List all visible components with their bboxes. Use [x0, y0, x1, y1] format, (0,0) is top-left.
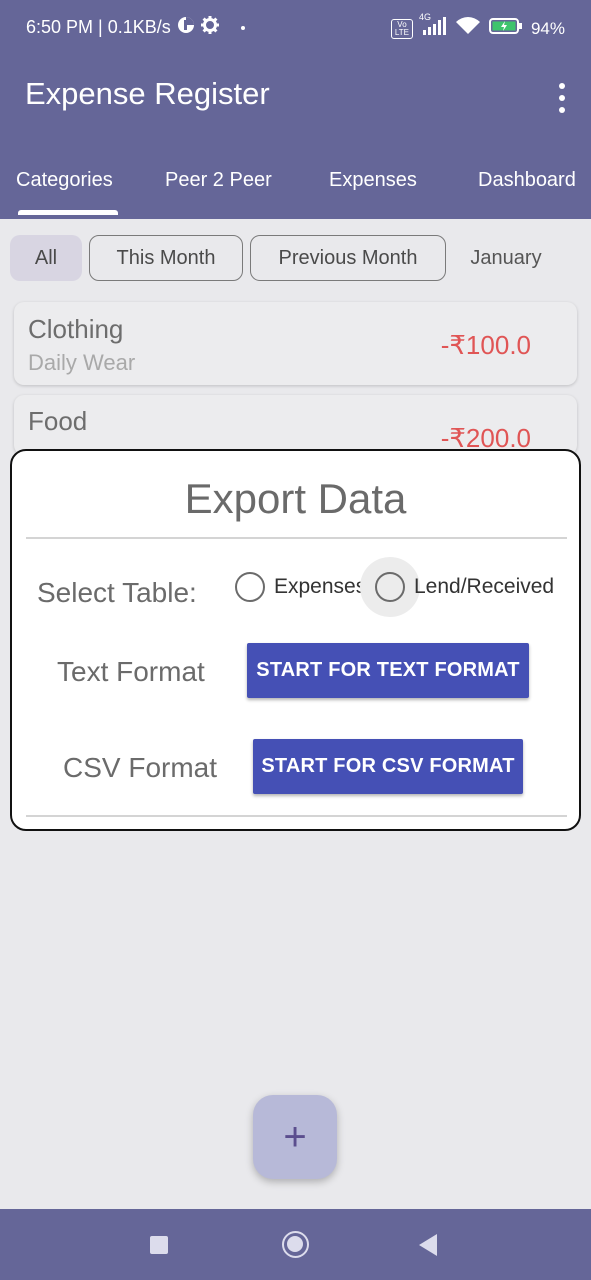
filter-chip-previous-month[interactable]: Previous Month: [250, 235, 446, 281]
volte-icon: Vo LTE: [390, 18, 413, 39]
app-title: Expense Register: [25, 76, 270, 111]
notification-dot-icon: [240, 25, 245, 30]
dialog-divider: [26, 537, 567, 539]
tab-indicator: [18, 210, 118, 215]
radio-expenses-label: Expenses: [274, 575, 367, 598]
signal-icon: 4G: [419, 12, 447, 41]
start-csv-format-button[interactable]: START FOR CSV FORMAT: [253, 739, 523, 794]
radio-expenses[interactable]: Expenses: [235, 572, 366, 602]
tab-bar: Categories Peer 2 Peer Expenses Dashboar…: [0, 147, 591, 219]
text-format-label: Text Format: [57, 656, 205, 687]
recents-icon[interactable]: [150, 1236, 168, 1254]
app-bar: Expense Register: [0, 55, 591, 147]
category-title: Clothing: [28, 314, 124, 344]
filter-chip-january[interactable]: January: [456, 235, 556, 281]
settings-icon: [200, 16, 219, 39]
tab-peer-2-peer[interactable]: Peer 2 Peer: [165, 169, 272, 192]
filter-chip-all[interactable]: All: [10, 235, 82, 281]
add-button[interactable]: +: [253, 1095, 337, 1179]
category-card[interactable]: Food -₹200.0: [14, 395, 577, 455]
battery-level: 94%: [530, 18, 565, 38]
tab-categories[interactable]: Categories: [16, 169, 113, 192]
tab-dashboard[interactable]: Dashboard: [478, 169, 576, 192]
home-icon[interactable]: [282, 1231, 309, 1258]
wifi-icon: [455, 16, 481, 41]
category-subtitle: Daily Wear: [28, 350, 136, 375]
status-time: 6:50 PM | 0.1KB/s: [26, 17, 171, 37]
csv-format-label: CSV Format: [63, 752, 218, 783]
dialog-divider: [26, 815, 567, 817]
status-bar: 6:50 PM | 0.1KB/s Vo LTE 4G 94%: [0, 0, 591, 55]
more-vert-icon[interactable]: [555, 83, 569, 113]
category-title: Food: [28, 406, 88, 436]
status-right: Vo LTE 4G 94%: [390, 12, 565, 41]
category-card[interactable]: Clothing Daily Wear -₹100.0: [14, 302, 577, 385]
dialog-title: Export Data: [184, 475, 407, 522]
filter-chip-this-month[interactable]: This Month: [89, 235, 243, 281]
system-nav-bar: [0, 1209, 591, 1280]
back-icon[interactable]: [419, 1234, 437, 1256]
radio-button[interactable]: [375, 572, 405, 602]
radio-lend-label: Lend/Received: [414, 575, 555, 598]
start-text-format-button[interactable]: START FOR TEXT FORMAT: [247, 643, 529, 698]
export-dialog: Export Data Select Table: Expenses Lend/…: [10, 449, 581, 831]
radio-button[interactable]: [235, 572, 265, 602]
category-amount: -₹100.0: [440, 330, 531, 360]
data-saver-icon: [177, 16, 195, 39]
network-type: 4G: [418, 12, 431, 22]
radio-lend-received[interactable]: Lend/Received: [375, 572, 554, 602]
plus-icon: +: [283, 1114, 307, 1159]
tab-expenses[interactable]: Expenses: [329, 169, 417, 192]
status-left: 6:50 PM | 0.1KB/s: [26, 16, 245, 39]
battery-icon: [488, 17, 523, 40]
select-table-label: Select Table:: [37, 577, 197, 608]
